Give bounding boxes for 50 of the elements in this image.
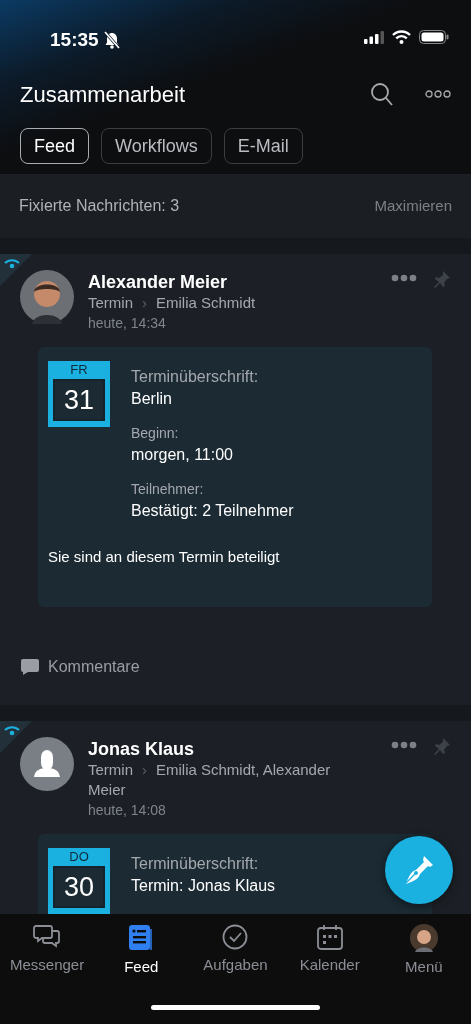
field-label: Beginn: bbox=[131, 424, 180, 443]
calendar-icon[interactable] bbox=[316, 924, 343, 950]
pinned-messages-count: Fixierte Nachrichten: 3 bbox=[19, 196, 180, 216]
nav-tab[interactable]: Feed bbox=[94, 924, 189, 979]
more-options-icon[interactable] bbox=[391, 740, 417, 749]
avatar[interactable] bbox=[409, 924, 438, 952]
field-value: morgen, 11:00 bbox=[131, 445, 234, 465]
day-number: 30 bbox=[53, 865, 105, 908]
screen-title: Zusammenarbeit bbox=[20, 80, 187, 109]
author-name[interactable]: Jonas Klaus bbox=[88, 737, 377, 760]
event-note: Sie sind an diesem Termin beteiligt bbox=[48, 547, 281, 567]
battery-icon bbox=[419, 30, 449, 44]
weekday: DO bbox=[69, 847, 89, 866]
avatar bbox=[20, 270, 74, 324]
check-circle-icon[interactable] bbox=[222, 924, 249, 950]
post-subtitle: Termin › Emilia Schmidt bbox=[88, 293, 257, 313]
wifi-icon bbox=[392, 30, 411, 44]
weekday: FR bbox=[70, 361, 88, 379]
field-label: Terminüberschrift: bbox=[131, 367, 260, 387]
signal-icon bbox=[364, 30, 384, 44]
author-name[interactable]: Alexander Meier bbox=[88, 271, 377, 293]
maximize-link[interactable]: Maximieren bbox=[374, 194, 452, 218]
nav-tab[interactable]: Menü bbox=[376, 924, 471, 979]
post-time: heute, 14:34 bbox=[88, 314, 167, 333]
post-subtitle: Termin › Emilia Schmidt, Alexander Meier bbox=[88, 759, 332, 800]
nav-tab[interactable]: Kalender bbox=[282, 924, 377, 979]
post-time: heute, 14:08 bbox=[88, 800, 167, 820]
more-options-icon[interactable] bbox=[425, 90, 451, 98]
tab[interactable]: Feed bbox=[20, 128, 90, 164]
field-label: Teilnehmer: bbox=[131, 480, 205, 499]
tab[interactable]: Workflows bbox=[101, 128, 212, 164]
status-time: 15:35 bbox=[50, 28, 99, 52]
field-value: Termin: Jonas Klaus bbox=[131, 875, 276, 896]
field-value: Berlin bbox=[131, 389, 173, 409]
broadcast-icon bbox=[0, 254, 32, 286]
avatar bbox=[20, 736, 74, 791]
tab[interactable]: E-Mail bbox=[223, 128, 303, 164]
nav-tab[interactable]: Aufgaben bbox=[188, 924, 283, 979]
more-options-icon[interactable] bbox=[391, 274, 417, 282]
nav-tab[interactable]: Messenger bbox=[0, 924, 95, 979]
field-value: Bestätigt: 2 Teilnehmer bbox=[131, 501, 294, 521]
broadcast-icon bbox=[0, 720, 32, 753]
silent-bell-icon bbox=[102, 30, 121, 51]
search-icon[interactable] bbox=[370, 81, 394, 107]
newspaper-icon[interactable] bbox=[128, 924, 155, 952]
field-label: Terminüberschrift: bbox=[131, 853, 260, 874]
speech-bubble-icon bbox=[20, 657, 40, 676]
comments-button[interactable]: Kommentare bbox=[20, 606, 451, 705]
day-number: 31 bbox=[53, 379, 105, 421]
chat-bubbles-icon[interactable] bbox=[33, 924, 62, 950]
